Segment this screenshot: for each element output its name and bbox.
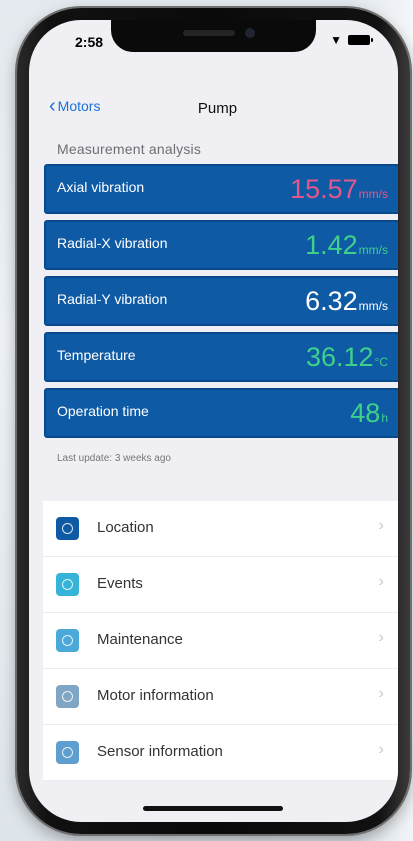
measurement-card-temperature[interactable]: Temperature 36.12 °C [44, 332, 398, 382]
measurement-unit: h [381, 411, 388, 425]
measurement-value: 6.32 [305, 286, 358, 316]
chevron-right-icon: › [378, 573, 384, 590]
sensor-info-icon [56, 741, 79, 764]
menu-item-label: Events [97, 575, 143, 592]
measurement-reading: 48 h [350, 398, 388, 429]
measurement-unit: mm/s [358, 243, 388, 257]
menu-item-label: Sensor information [97, 743, 223, 760]
menu-item-location[interactable]: Location › [43, 501, 398, 557]
measurement-reading: 36.12 °C [306, 342, 388, 373]
chevron-right-icon: › [378, 741, 384, 758]
wifi-icon: ▼ [330, 33, 342, 47]
menu-item-label: Motor information [97, 687, 214, 704]
events-icon [56, 573, 79, 596]
front-camera [245, 28, 255, 38]
last-update-text: Last update: 3 weeks ago [57, 453, 171, 464]
menu-item-label: Maintenance [97, 631, 183, 648]
chevron-right-icon: › [378, 517, 384, 534]
maintenance-chart-icon [56, 629, 79, 652]
menu-list: Location › Events › Maintenance › Motor … [43, 501, 398, 781]
menu-item-sensor-information[interactable]: Sensor information › [43, 725, 398, 781]
page-title: Pump [197, 100, 238, 117]
measurement-label: Axial vibration [57, 179, 145, 195]
measurement-unit: mm/s [358, 187, 388, 201]
measurement-card-operation-time[interactable]: Operation time 48 h [44, 388, 398, 438]
location-pin-icon [56, 517, 79, 540]
navigation-bar: ‹ Motors Pump [29, 90, 398, 130]
measurement-reading: 6.32 mm/s [305, 286, 388, 317]
measurement-value: 1.42 [305, 230, 358, 260]
menu-item-maintenance[interactable]: Maintenance › [43, 613, 398, 669]
measurement-unit: °C [374, 355, 388, 369]
speaker-grille [183, 30, 235, 36]
measurement-card-axial-vibration[interactable]: Axial vibration 15.57 mm/s [44, 164, 398, 214]
measurement-reading: 15.57 mm/s [290, 174, 388, 205]
status-icons: ▼ [330, 33, 373, 47]
measurement-reading: 1.42 mm/s [305, 230, 388, 261]
notch [111, 20, 316, 52]
section-header: Measurement analysis [57, 141, 202, 157]
measurement-value: 15.57 [290, 174, 358, 204]
phone-frame: 2:58 ▼ ‹ Motors Pump Measurement analysi… [17, 8, 410, 834]
motor-info-icon [56, 685, 79, 708]
measurement-value: 48 [350, 398, 381, 428]
status-time: 2:58 [75, 34, 104, 50]
measurement-label: Radial-X vibration [57, 235, 168, 251]
measurement-card-radial-y-vibration[interactable]: Radial-Y vibration 6.32 mm/s [44, 276, 398, 326]
chevron-right-icon: › [378, 629, 384, 646]
home-indicator [143, 806, 283, 811]
measurement-card-radial-x-vibration[interactable]: Radial-X vibration 1.42 mm/s [44, 220, 398, 270]
menu-item-events[interactable]: Events › [43, 557, 398, 613]
battery-icon [348, 35, 373, 45]
measurement-label: Radial-Y vibration [57, 291, 168, 307]
screen: 2:58 ▼ ‹ Motors Pump Measurement analysi… [29, 20, 398, 822]
measurement-label: Operation time [57, 403, 149, 419]
menu-item-motor-information[interactable]: Motor information › [43, 669, 398, 725]
measurement-label: Temperature [57, 347, 136, 363]
chevron-right-icon: › [378, 685, 384, 702]
menu-item-label: Location [97, 519, 154, 536]
measurement-unit: mm/s [358, 299, 388, 313]
measurement-value: 36.12 [305, 342, 374, 372]
